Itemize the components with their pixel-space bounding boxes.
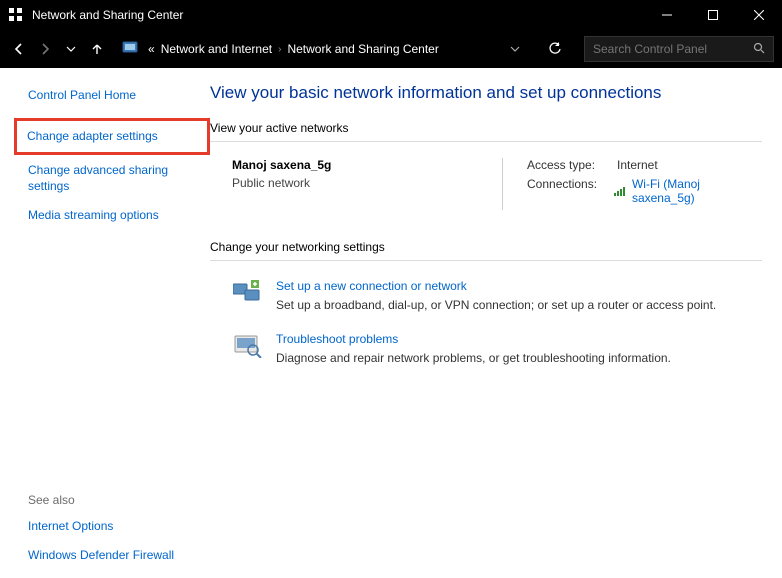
close-button[interactable] <box>736 0 782 30</box>
setup-connection-desc: Set up a broadband, dial-up, or VPN conn… <box>276 298 716 312</box>
sidebar: Control Panel Home Change adapter settin… <box>0 68 210 578</box>
change-settings-heading: Change your networking settings <box>210 240 762 254</box>
sidebar-link-adapter[interactable]: Change adapter settings <box>14 118 210 156</box>
address-dropdown-icon[interactable] <box>504 38 526 60</box>
sidebar-link-advanced[interactable]: Change advanced sharing settings <box>28 163 178 194</box>
page-title: View your basic network information and … <box>210 83 762 103</box>
divider <box>210 260 762 261</box>
active-network-row: Manoj saxena_5g Public network Access ty… <box>232 158 762 210</box>
breadcrumb-item[interactable]: Network and Internet <box>161 42 272 56</box>
minimize-button[interactable] <box>644 0 690 30</box>
troubleshoot-link[interactable]: Troubleshoot problems <box>276 332 398 346</box>
window-title: Network and Sharing Center <box>32 8 644 22</box>
active-networks-heading: View your active networks <box>210 121 762 135</box>
setup-connection-link[interactable]: Set up a new connection or network <box>276 279 467 293</box>
divider <box>210 141 762 142</box>
search-input[interactable] <box>593 42 753 56</box>
nav-bar: « Network and Internet › Network and Sha… <box>0 30 782 68</box>
network-type: Public network <box>232 176 502 190</box>
main-panel: View your basic network information and … <box>210 68 782 578</box>
back-button[interactable] <box>8 38 30 60</box>
task-troubleshoot: Troubleshoot problems Diagnose and repai… <box>232 330 762 365</box>
sidebar-link-streaming[interactable]: Media streaming options <box>28 208 210 224</box>
recent-dropdown-icon[interactable] <box>60 38 82 60</box>
see-also-heading: See also <box>28 493 210 507</box>
access-type-value: Internet <box>617 158 658 172</box>
connections-label: Connections: <box>527 177 614 205</box>
up-button[interactable] <box>86 38 108 60</box>
refresh-button[interactable] <box>544 38 566 60</box>
breadcrumb-item[interactable]: Network and Sharing Center <box>287 42 438 56</box>
content-area: Control Panel Home Change adapter settin… <box>0 68 782 578</box>
breadcrumb[interactable]: « Network and Internet › Network and Sha… <box>148 42 504 56</box>
forward-button[interactable] <box>34 38 56 60</box>
access-type-label: Access type: <box>527 158 617 172</box>
troubleshoot-icon <box>232 330 264 362</box>
task-setup-connection: Set up a new connection or network Set u… <box>232 277 762 312</box>
wifi-signal-icon <box>614 186 628 196</box>
sidebar-link-firewall[interactable]: Windows Defender Firewall <box>28 548 210 564</box>
sidebar-link-internet-options[interactable]: Internet Options <box>28 519 210 535</box>
maximize-button[interactable] <box>690 0 736 30</box>
setup-connection-icon <box>232 277 264 309</box>
search-box[interactable] <box>584 36 774 62</box>
chevron-right-icon: › <box>278 44 281 55</box>
title-bar: Network and Sharing Center <box>0 0 782 30</box>
network-name: Manoj saxena_5g <box>232 158 502 172</box>
connection-name: Wi-Fi (Manoj saxena_5g) <box>632 177 762 205</box>
location-icon <box>122 39 142 59</box>
connection-link[interactable]: Wi-Fi (Manoj saxena_5g) <box>614 177 762 205</box>
sidebar-link-home[interactable]: Control Panel Home <box>28 88 210 104</box>
troubleshoot-desc: Diagnose and repair network problems, or… <box>276 351 671 365</box>
breadcrumb-prefix: « <box>148 42 155 56</box>
app-icon <box>8 7 24 23</box>
search-icon[interactable] <box>753 42 765 57</box>
